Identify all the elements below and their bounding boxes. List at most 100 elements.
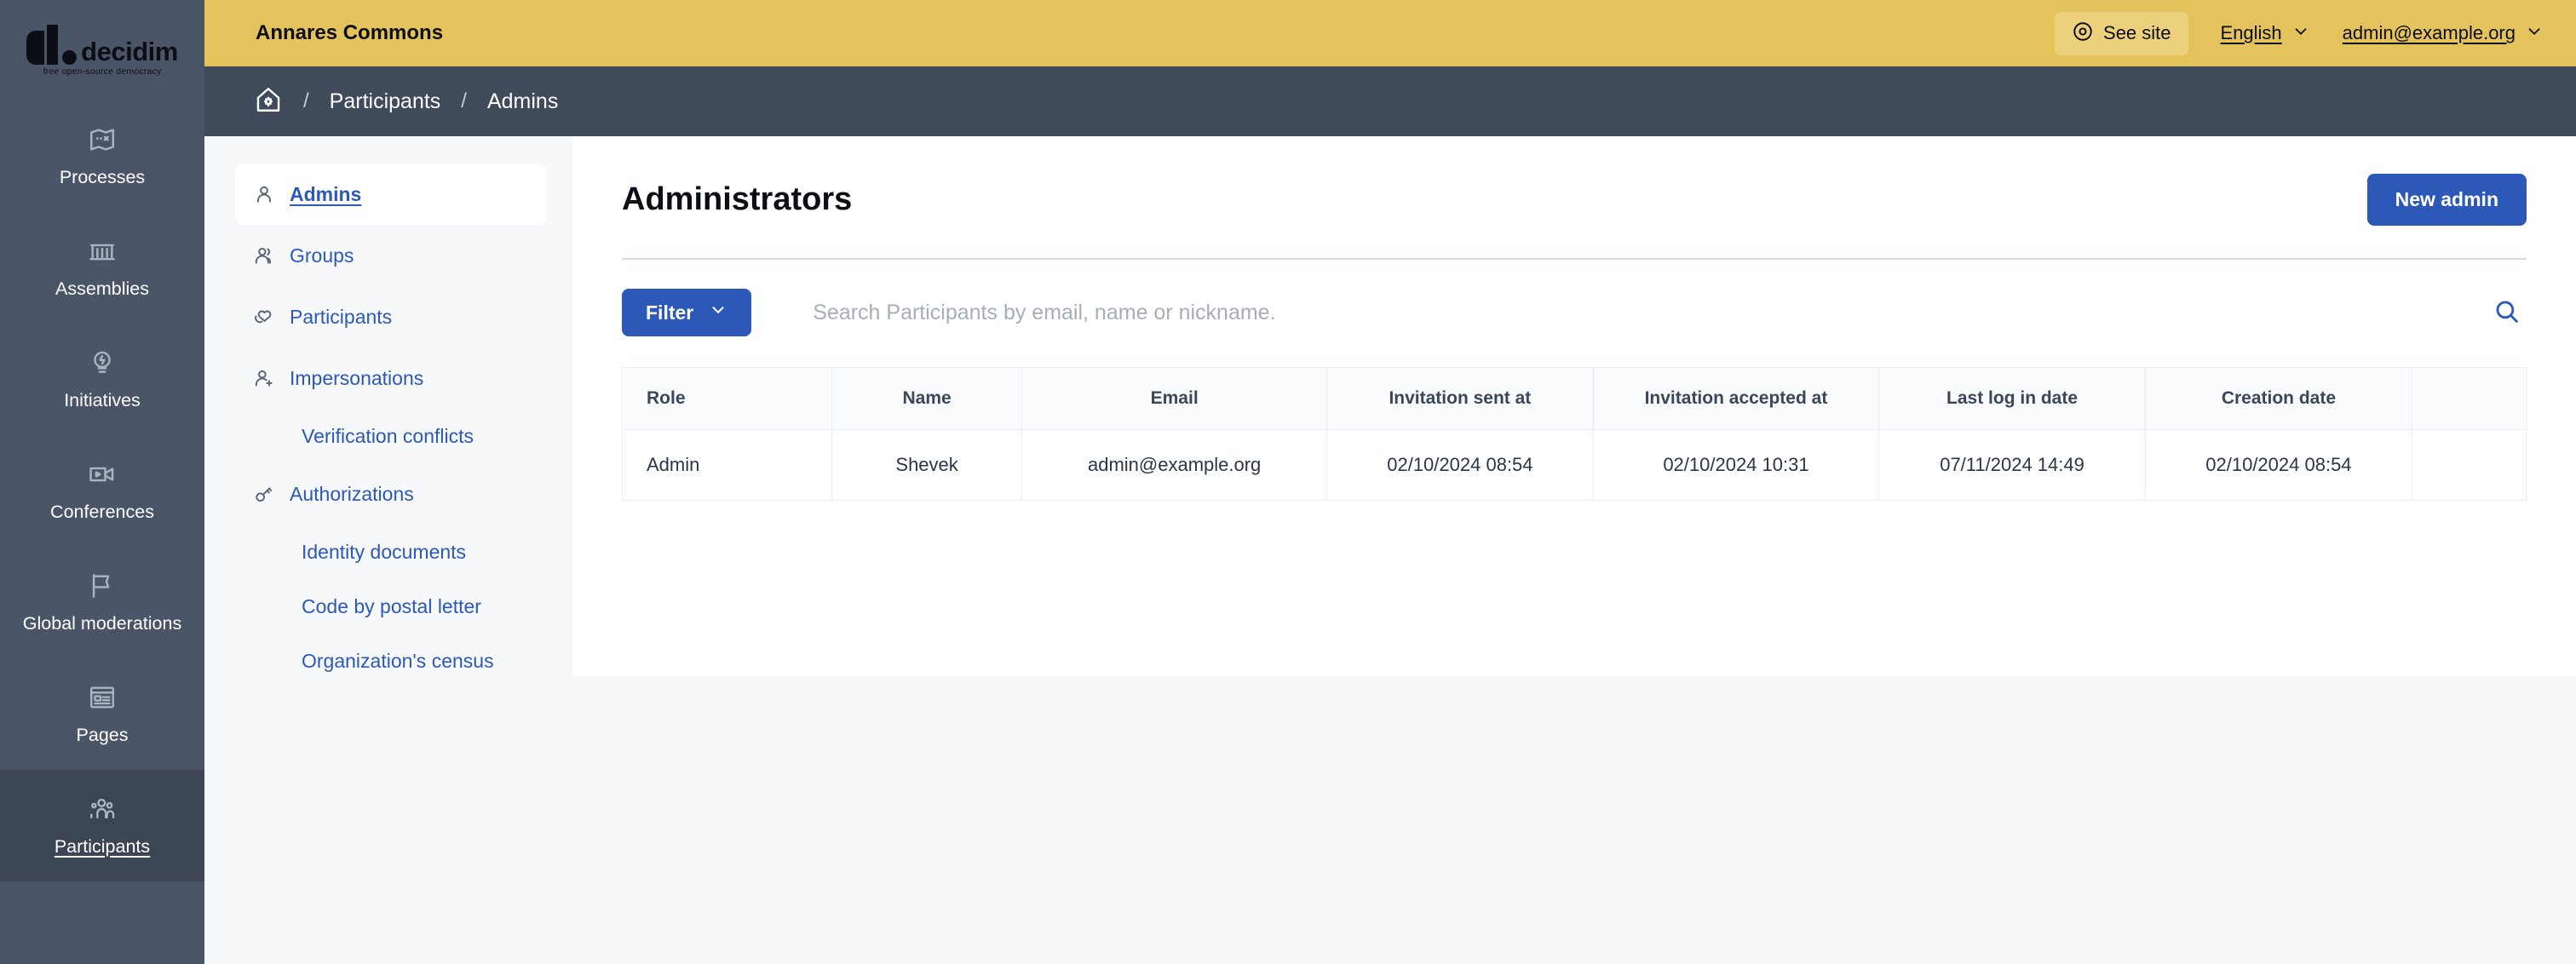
organization-title: Annares Commons bbox=[256, 21, 444, 44]
column-header-name[interactable]: Name bbox=[831, 367, 1023, 430]
filter-button[interactable]: Filter bbox=[622, 289, 752, 336]
column-header-invitation-sent-at[interactable]: Invitation sent at bbox=[1325, 367, 1594, 430]
cell-creation-date: 02/10/2024 08:54 bbox=[2144, 429, 2412, 501]
main-column: Annares Commons See site English admin@e… bbox=[204, 0, 2576, 964]
chevron-down-icon bbox=[2291, 22, 2310, 45]
sidebar-item-label: Initiatives bbox=[64, 389, 141, 410]
sidebar-item-label: Pages bbox=[76, 724, 129, 745]
sidebar-item-assemblies[interactable]: Assemblies bbox=[0, 212, 204, 324]
home-gear-icon[interactable] bbox=[254, 85, 283, 118]
lightbulb-icon bbox=[88, 348, 117, 382]
see-site-label: See site bbox=[2103, 22, 2171, 43]
sidebar-item-label: Assemblies bbox=[55, 278, 149, 299]
column-header-email[interactable]: Email bbox=[1021, 367, 1327, 430]
sidebar-item-label: Code by postal letter bbox=[302, 594, 481, 617]
column-header-last-log-in-date[interactable]: Last log in date bbox=[1878, 367, 2146, 430]
cell-actions[interactable] bbox=[2411, 429, 2527, 501]
admins-table: Role Name Email Invitation sent at Invit… bbox=[622, 367, 2527, 501]
sidebar-item-organizations-census[interactable]: Organization's census bbox=[235, 634, 547, 688]
sidebar-item-initiatives[interactable]: Initiatives bbox=[0, 324, 204, 435]
account-menu[interactable]: admin@example.org bbox=[2343, 22, 2544, 45]
sidebar-item-verification-conflicts[interactable]: Verification conflicts bbox=[235, 409, 547, 463]
cell-invitation-sent-at: 02/10/2024 08:54 bbox=[1325, 429, 1594, 501]
sidebar-item-global-moderations[interactable]: Global moderations bbox=[0, 547, 204, 658]
sidebar-item-pages[interactable]: Pages bbox=[0, 658, 204, 770]
breadcrumb-separator: / bbox=[303, 89, 309, 112]
filter-label: Filter bbox=[646, 301, 694, 324]
secondary-sidebar: Admins Groups Participants Impersonation… bbox=[204, 136, 572, 964]
map-icon bbox=[88, 125, 117, 158]
breadcrumb-separator: / bbox=[461, 89, 467, 112]
new-admin-button[interactable]: New admin bbox=[2366, 174, 2527, 226]
column-header-invitation-accepted-at[interactable]: Invitation accepted at bbox=[1592, 367, 1880, 430]
language-selector[interactable]: English bbox=[2221, 22, 2310, 45]
search-bar bbox=[813, 292, 2527, 334]
sidebar-item-label: Identity documents bbox=[302, 540, 467, 563]
video-icon bbox=[88, 460, 117, 493]
breadcrumb: / Participants / Admins bbox=[204, 66, 2576, 136]
column-header-role[interactable]: Role bbox=[622, 367, 832, 430]
top-bar: Annares Commons See site English admin@e… bbox=[204, 0, 2576, 66]
cell-last-log-in-date: 07/11/2024 14:49 bbox=[1878, 429, 2146, 501]
panel-header: Administrators New admin bbox=[622, 174, 2527, 226]
chevron-down-icon bbox=[2525, 22, 2544, 45]
key-icon bbox=[252, 483, 276, 505]
top-bar-actions: See site English admin@example.org bbox=[2055, 11, 2544, 55]
admins-panel: Administrators New admin Filter Search P… bbox=[572, 136, 2576, 676]
sidebar-item-groups[interactable]: Groups bbox=[235, 225, 547, 286]
sidebar-item-participants[interactable]: Participants bbox=[0, 770, 204, 881]
decidim-logo[interactable]: decidim free open-source democracy bbox=[0, 0, 204, 100]
sidebar-item-label: Groups bbox=[290, 244, 354, 267]
table-header: Role Name Email Invitation sent at Invit… bbox=[622, 367, 2527, 430]
sidebar-item-label: Verification conflicts bbox=[302, 424, 474, 447]
cell-role: Admin bbox=[622, 429, 832, 501]
sidebar-item-label: Processes bbox=[59, 166, 146, 187]
breadcrumb-item-participants[interactable]: Participants bbox=[330, 89, 441, 114]
people-icon bbox=[88, 795, 117, 828]
sidebar-item-label: Participants bbox=[290, 305, 393, 328]
search-icon bbox=[2493, 297, 2521, 329]
users-icon bbox=[252, 244, 276, 267]
sidebar-item-label: Authorizations bbox=[290, 482, 414, 505]
see-site-button[interactable]: See site bbox=[2055, 11, 2188, 55]
bank-icon bbox=[88, 237, 117, 270]
cell-invitation-accepted-at: 02/10/2024 10:31 bbox=[1592, 429, 1880, 501]
sidebar-item-conferences[interactable]: Conferences bbox=[0, 435, 204, 547]
divider bbox=[622, 258, 2527, 260]
sidebar-item-processes[interactable]: Processes bbox=[0, 100, 204, 212]
column-header-actions bbox=[2411, 367, 2527, 430]
primary-sidebar: decidim free open-source democracy Proce… bbox=[0, 0, 204, 964]
logo-mark-icon bbox=[26, 24, 78, 65]
table-header-row: Role Name Email Invitation sent at Invit… bbox=[622, 367, 2527, 430]
content-area: Admins Groups Participants Impersonation… bbox=[204, 136, 2576, 964]
user-add-icon bbox=[252, 367, 276, 389]
sidebar-item-label: Conferences bbox=[50, 501, 154, 522]
sidebar-item-identity-documents[interactable]: Identity documents bbox=[235, 525, 547, 579]
sidebar-item-participants[interactable]: Participants bbox=[235, 286, 547, 347]
page-title: Administrators bbox=[622, 181, 853, 217]
table-row: Admin Shevek admin@example.org 02/10/202… bbox=[622, 429, 2527, 501]
heart-hand-icon bbox=[252, 306, 276, 328]
cell-email: admin@example.org bbox=[1021, 429, 1327, 501]
flag-icon bbox=[88, 571, 117, 605]
language-label: English bbox=[2220, 22, 2282, 43]
sidebar-item-label: Impersonations bbox=[290, 366, 424, 389]
sidebar-item-label: Global moderations bbox=[22, 612, 182, 634]
sidebar-item-admins[interactable]: Admins bbox=[235, 164, 547, 225]
account-label: admin@example.org bbox=[2342, 22, 2516, 43]
admin-app-window: decidim free open-source democracy Proce… bbox=[0, 0, 2576, 964]
breadcrumb-item-admins: Admins bbox=[486, 89, 559, 113]
user-icon bbox=[252, 183, 276, 205]
chevron-down-icon bbox=[709, 301, 727, 324]
sidebar-item-impersonations[interactable]: Impersonations bbox=[235, 347, 547, 409]
search-button[interactable] bbox=[2487, 292, 2527, 334]
cell-name: Shevek bbox=[831, 429, 1023, 501]
table-body: Admin Shevek admin@example.org 02/10/202… bbox=[622, 429, 2527, 501]
table-toolbar: Filter bbox=[622, 289, 2527, 336]
sidebar-item-label: Organization's census bbox=[302, 649, 494, 672]
sidebar-item-code-by-postal-letter[interactable]: Code by postal letter bbox=[235, 579, 547, 634]
column-header-creation-date[interactable]: Creation date bbox=[2144, 367, 2412, 430]
logo-tagline: free open-source democracy bbox=[43, 66, 162, 77]
search-input[interactable] bbox=[813, 300, 2487, 325]
sidebar-item-authorizations[interactable]: Authorizations bbox=[235, 463, 547, 525]
